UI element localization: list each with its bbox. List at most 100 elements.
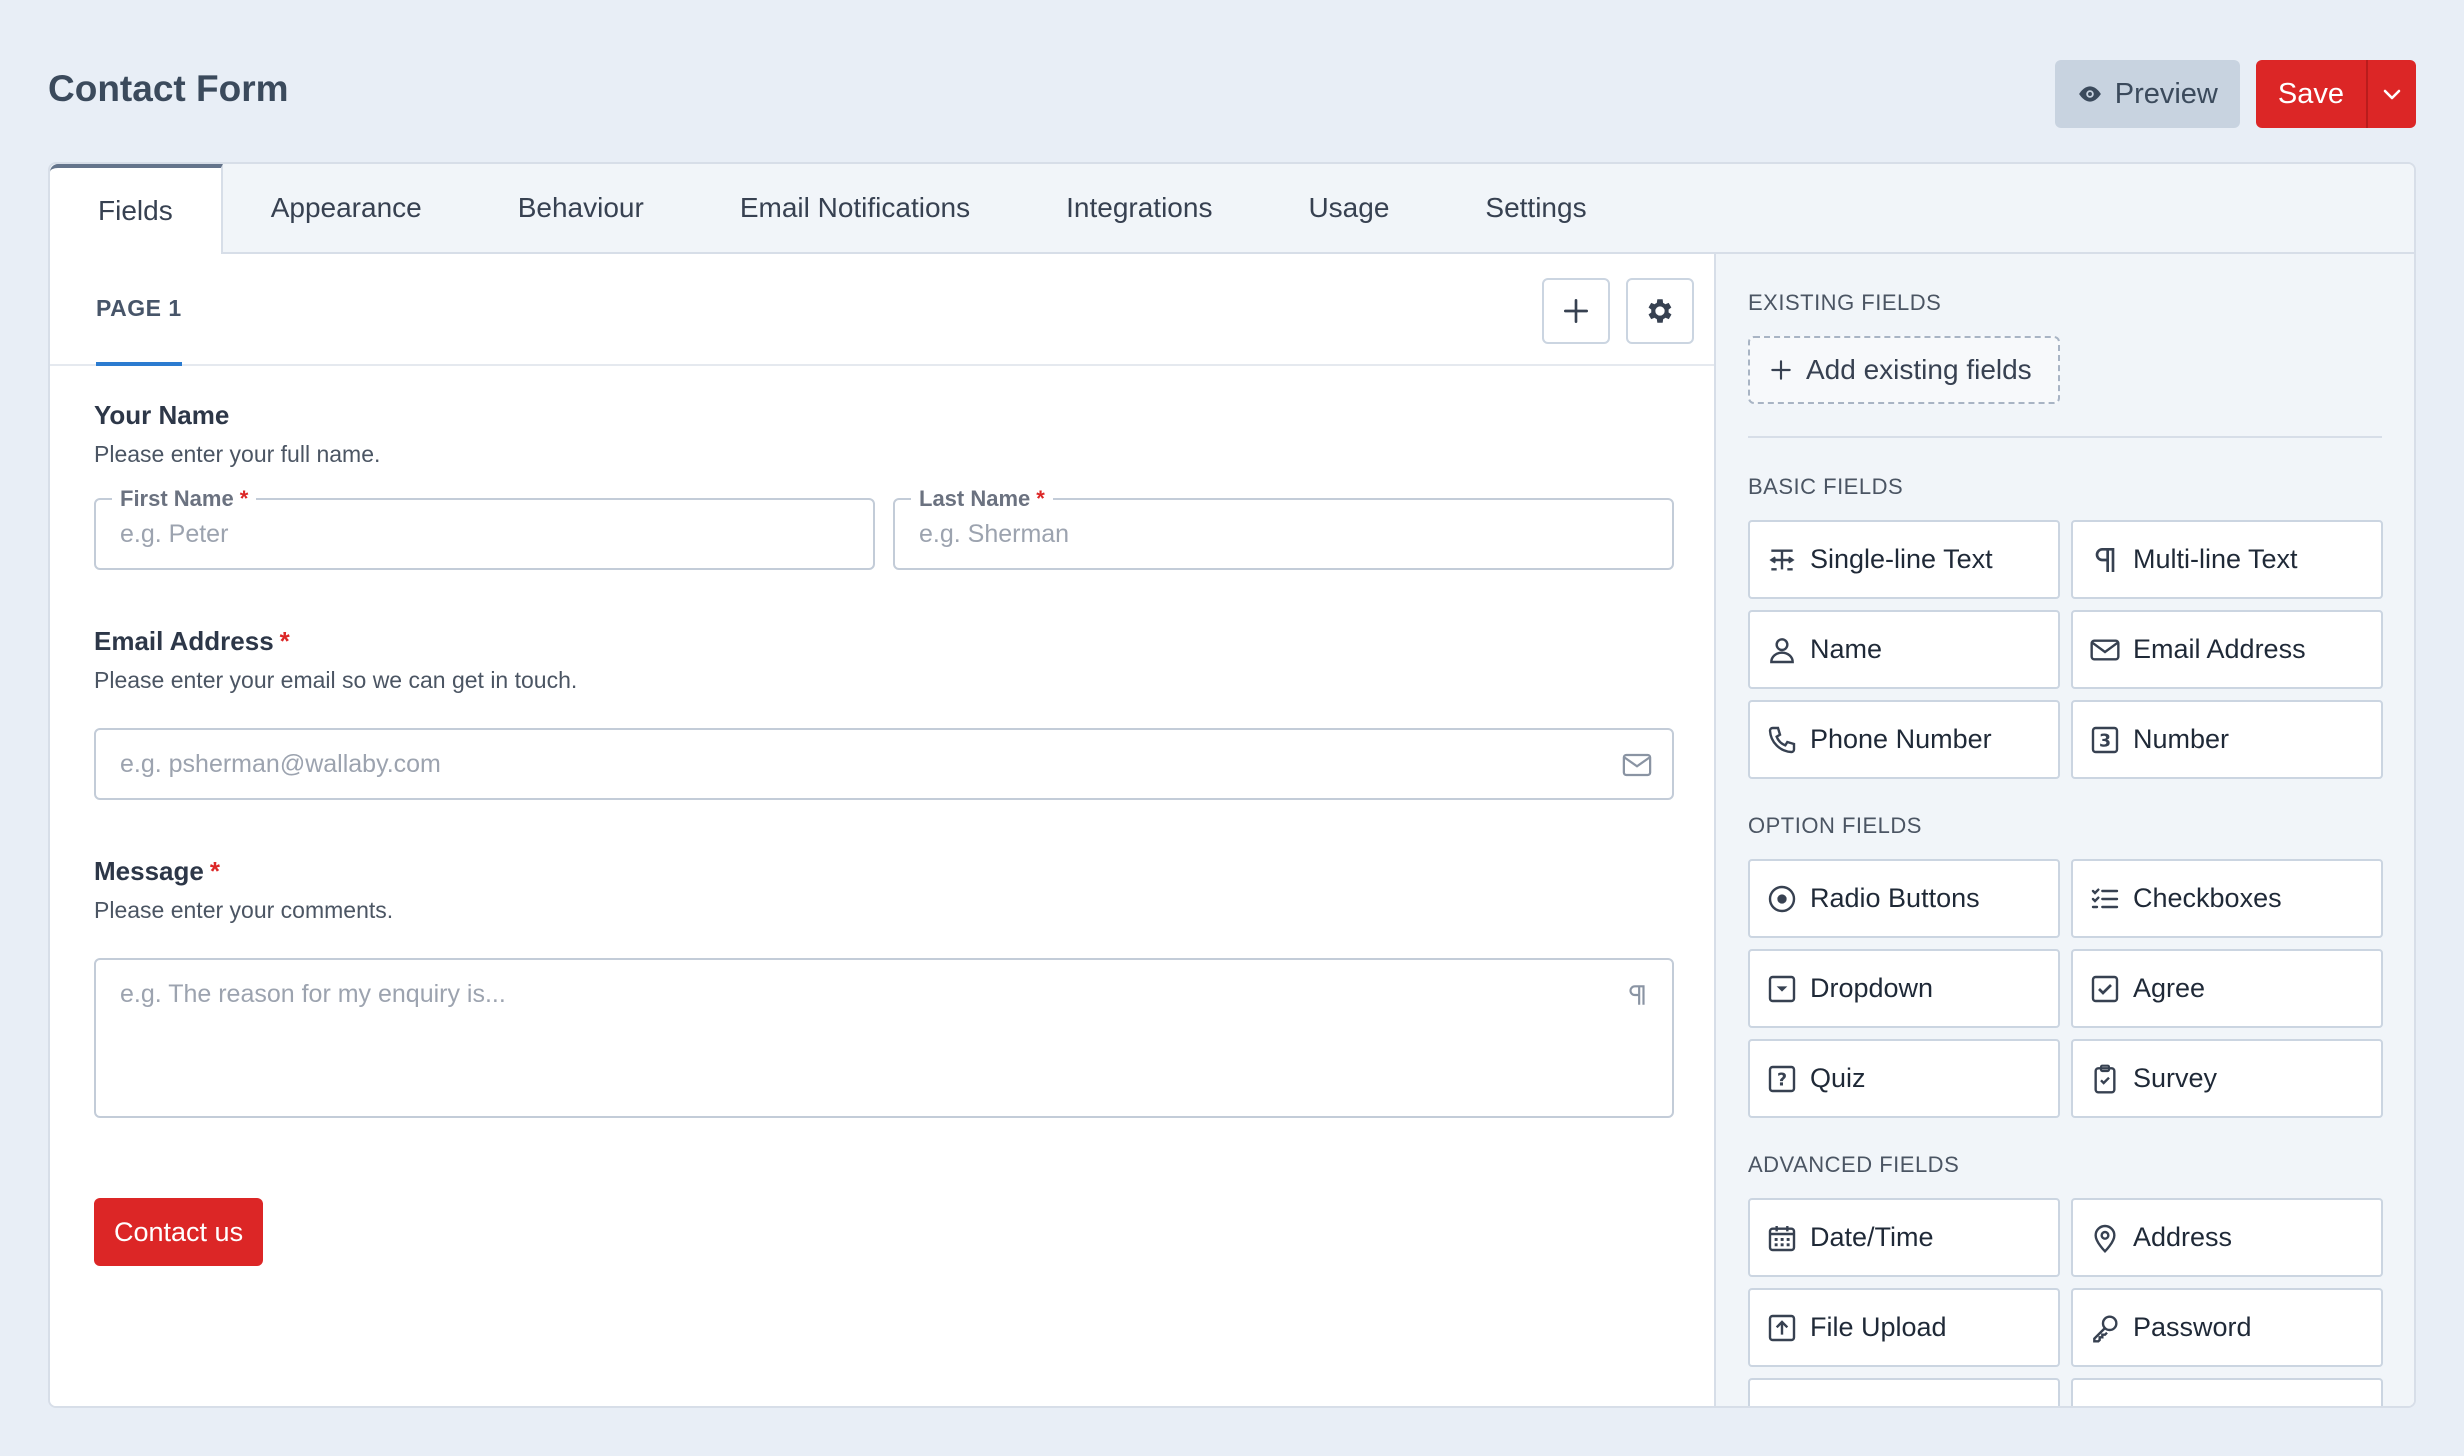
field-label: Dropdown bbox=[1810, 973, 1934, 1003]
form-canvas: PAGE 1 Your Name Please enter your full … bbox=[50, 254, 1716, 1406]
message-textarea[interactable]: e.g. The reason for my enquiry is... bbox=[94, 958, 1674, 1118]
field-label: Checkboxes bbox=[2133, 883, 2282, 913]
basic-fields-title: BASIC FIELDS bbox=[1748, 474, 1904, 499]
field-label: Number bbox=[2133, 724, 2230, 754]
email-field-description: Please enter your email so we can get in… bbox=[94, 667, 578, 693]
field-label: Survey bbox=[2133, 1063, 2218, 1093]
checkbox-icon bbox=[2091, 975, 2119, 1002]
envelope-icon bbox=[1622, 753, 1652, 777]
field-number[interactable]: 3 Number bbox=[2071, 700, 2383, 779]
option-fields-title: OPTION FIELDS bbox=[1748, 813, 1922, 838]
tab-bar: Fields Appearance Behaviour Email Notifi… bbox=[50, 164, 2414, 254]
field-label: Multi-line Text bbox=[2133, 544, 2298, 574]
form-fields: Your Name Please enter your full name. F… bbox=[94, 400, 1674, 1266]
top-bar: Contact Form Preview Save bbox=[48, 60, 2416, 130]
save-button[interactable]: Save bbox=[2255, 60, 2366, 128]
page-tools bbox=[1542, 278, 1694, 344]
question-icon: ? bbox=[1768, 1065, 1796, 1092]
basic-fields-grid: Single-line Text Multi-line Text Name Em… bbox=[1748, 520, 2383, 779]
field-label: File Upload bbox=[1810, 1312, 1947, 1342]
svg-text:3: 3 bbox=[2099, 731, 2111, 751]
page-tab-1[interactable]: PAGE 1 bbox=[96, 254, 182, 366]
field-radio-buttons[interactable]: Radio Buttons bbox=[1748, 859, 2060, 938]
field-file-upload[interactable]: File Upload bbox=[1748, 1288, 2060, 1367]
tab-fields[interactable]: Fields bbox=[50, 164, 223, 254]
field-password[interactable]: Password bbox=[2071, 1288, 2383, 1367]
field-partial-1[interactable] bbox=[1748, 1378, 2060, 1406]
field-label: Date/Time bbox=[1810, 1222, 1934, 1252]
message-field-block: Message * Please enter your comments. e.g… bbox=[94, 856, 1674, 1118]
calendar-icon bbox=[1768, 1225, 1796, 1251]
top-actions: Preview Save bbox=[2054, 60, 2416, 128]
email-input[interactable]: e.g. psherman@wallaby.com bbox=[94, 728, 1674, 800]
number-icon: 3 bbox=[2091, 726, 2119, 753]
advanced-fields-title: ADVANCED FIELDS bbox=[1748, 1152, 1960, 1177]
tab-email-notifications[interactable]: Email Notifications bbox=[692, 164, 1018, 252]
field-label: Quiz bbox=[1810, 1063, 1866, 1093]
divider bbox=[1748, 436, 2382, 438]
email-field-block: Email Address * Please enter your email s… bbox=[94, 626, 1674, 800]
field-agree[interactable]: Agree bbox=[2071, 949, 2383, 1028]
pilcrow-icon bbox=[2095, 547, 2115, 572]
field-label: Address bbox=[2133, 1222, 2233, 1252]
field-partial-2[interactable] bbox=[2071, 1378, 2383, 1406]
key-icon bbox=[2093, 1314, 2118, 1343]
email-placeholder: e.g. psherman@wallaby.com bbox=[120, 750, 441, 778]
save-button-group: Save bbox=[2255, 60, 2416, 128]
field-survey[interactable]: Survey bbox=[2071, 1039, 2383, 1118]
field-date-time[interactable]: Date/Time bbox=[1748, 1198, 2060, 1277]
field-name[interactable]: Name bbox=[1748, 610, 2060, 689]
field-phone-number[interactable]: Phone Number bbox=[1748, 700, 2060, 779]
name-row: First Name * e.g. Peter Last Name * e.g. S… bbox=[94, 486, 1674, 570]
advanced-fields-grid: Date/Time Address File Upload Password bbox=[1748, 1198, 2383, 1406]
field-palette: EXISTING FIELDS Add existing fields BASI… bbox=[1716, 254, 2414, 1406]
page-title: Contact Form bbox=[48, 68, 289, 109]
field-label: Password bbox=[2133, 1312, 2252, 1342]
field-address[interactable]: Address bbox=[2071, 1198, 2383, 1277]
plus-icon bbox=[1564, 299, 1588, 323]
tab-settings[interactable]: Settings bbox=[1437, 164, 1634, 252]
email-field-label: Email Address * bbox=[94, 626, 290, 656]
field-multi-line-text[interactable]: Multi-line Text bbox=[2071, 520, 2383, 599]
field-label: Radio Buttons bbox=[1810, 883, 1980, 913]
field-dropdown[interactable]: Dropdown bbox=[1748, 949, 2060, 1028]
add-existing-fields-button[interactable]: Add existing fields bbox=[1748, 336, 2060, 404]
radio-icon bbox=[1768, 885, 1796, 912]
name-field-description: Please enter your full name. bbox=[94, 441, 381, 467]
field-email-address[interactable]: Email Address bbox=[2071, 610, 2383, 689]
form-editor-card: Fields Appearance Behaviour Email Notifi… bbox=[48, 162, 2416, 1408]
tab-integrations[interactable]: Integrations bbox=[1018, 164, 1260, 252]
field-label: Name bbox=[1810, 634, 1883, 664]
gear-icon bbox=[1648, 299, 1672, 323]
message-field-label: Message * bbox=[94, 856, 220, 886]
tab-behaviour[interactable]: Behaviour bbox=[470, 164, 692, 252]
tab-appearance[interactable]: Appearance bbox=[223, 164, 470, 252]
field-single-line-text[interactable]: Single-line Text bbox=[1748, 520, 2060, 599]
text-cursor-icon bbox=[1769, 548, 1795, 571]
message-placeholder: e.g. The reason for my enquiry is... bbox=[120, 980, 506, 1008]
map-pin-icon bbox=[2094, 1224, 2116, 1253]
first-name-label: First Name * bbox=[112, 486, 257, 512]
dropdown-icon bbox=[1768, 975, 1796, 1002]
field-checkboxes[interactable]: Checkboxes bbox=[2071, 859, 2383, 938]
first-name-input[interactable]: First Name * e.g. Peter bbox=[94, 486, 875, 570]
name-field-block: Your Name Please enter your full name. F… bbox=[94, 400, 1674, 570]
last-name-input[interactable]: Last Name * e.g. Sherman bbox=[893, 486, 1674, 570]
user-icon bbox=[1770, 637, 1794, 663]
page-settings-button[interactable] bbox=[1626, 278, 1694, 344]
field-label: Email Address bbox=[2133, 634, 2306, 664]
svg-text:?: ? bbox=[1777, 1070, 1787, 1090]
last-name-placeholder: e.g. Sherman bbox=[919, 520, 1070, 548]
field-quiz[interactable]: ? Quiz bbox=[1748, 1039, 2060, 1118]
name-field-label: Your Name bbox=[94, 400, 230, 430]
save-options-button[interactable] bbox=[2366, 60, 2416, 128]
tab-usage[interactable]: Usage bbox=[1260, 164, 1437, 252]
page-bar: PAGE 1 bbox=[50, 254, 1714, 366]
contact-us-button[interactable]: Contact us bbox=[94, 1198, 264, 1266]
first-name-placeholder: e.g. Peter bbox=[120, 520, 229, 548]
preview-button[interactable]: Preview bbox=[2054, 60, 2240, 128]
phone-icon bbox=[1768, 726, 1796, 753]
add-page-button[interactable] bbox=[1542, 278, 1610, 344]
last-name-label: Last Name * bbox=[911, 486, 1053, 512]
envelope-icon bbox=[2090, 638, 2120, 661]
